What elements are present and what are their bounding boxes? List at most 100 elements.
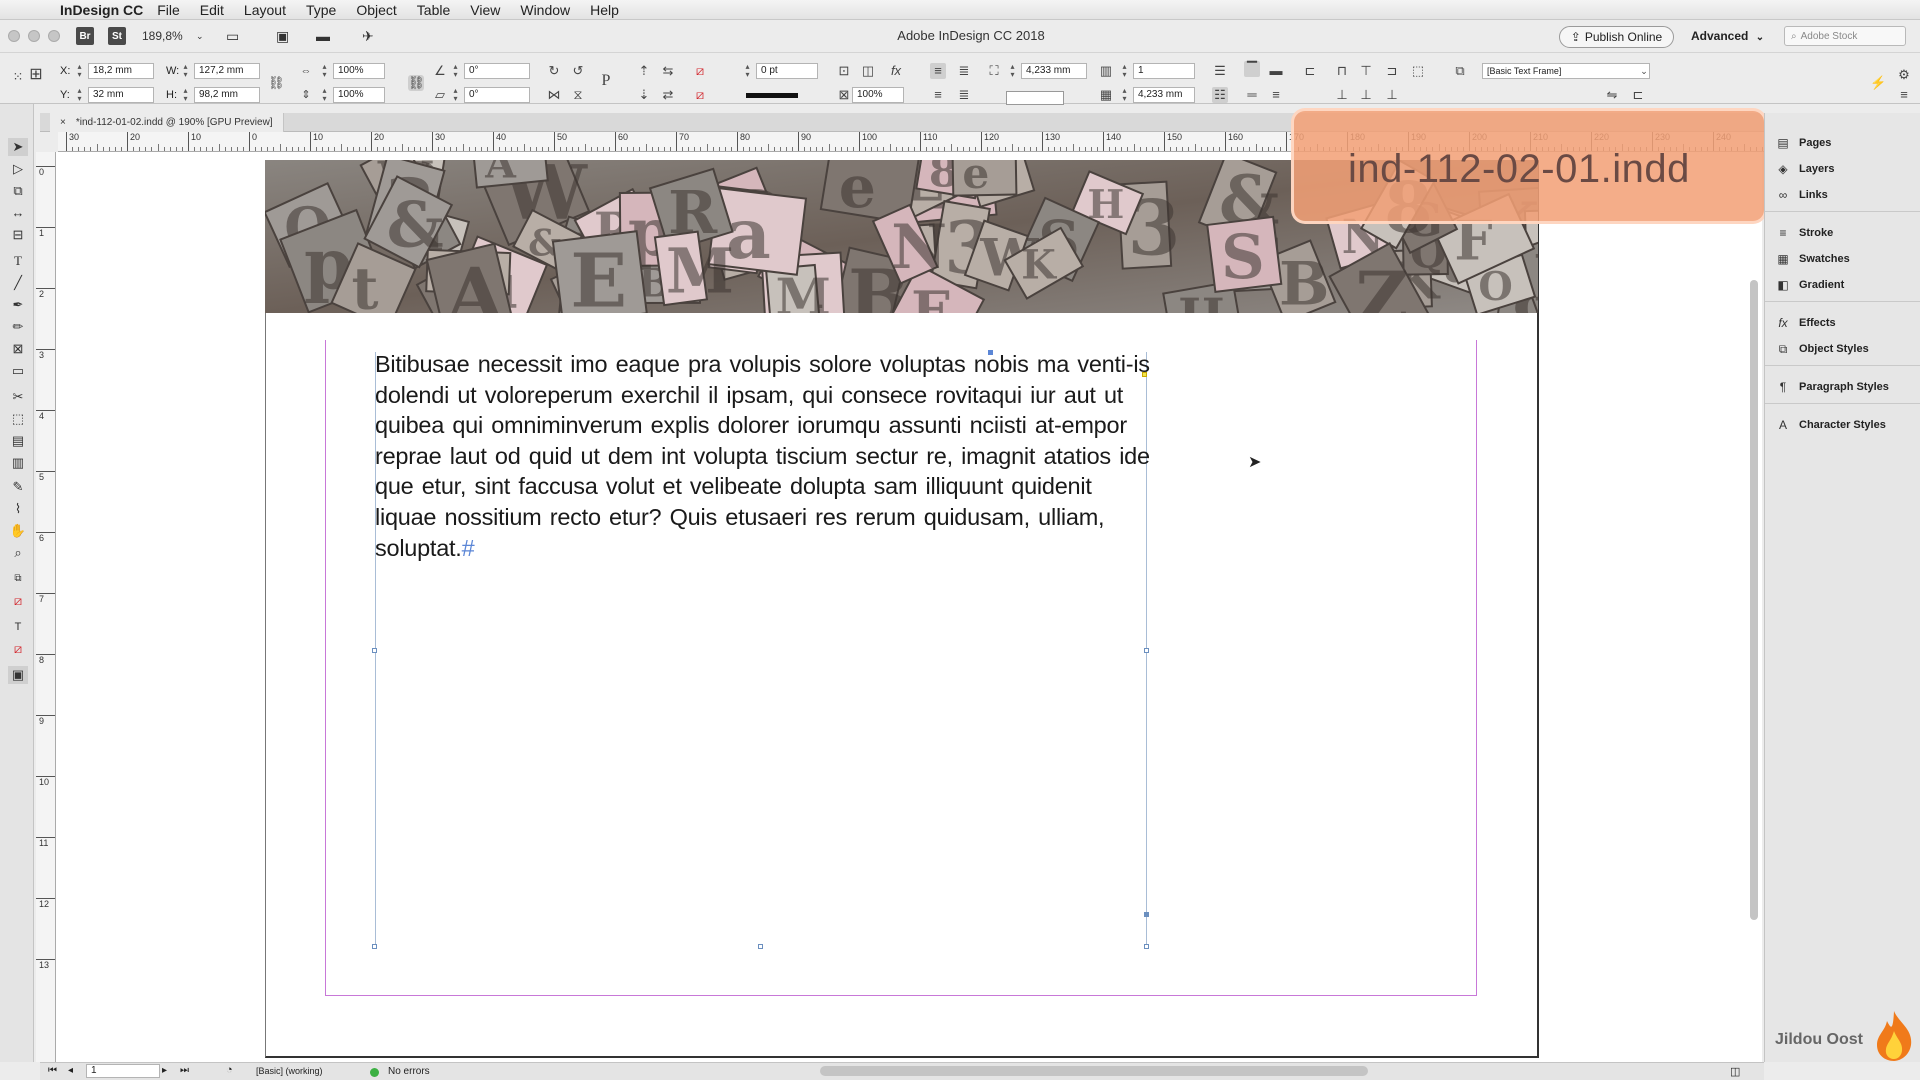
- h-stepper[interactable]: ▴ ▾: [181, 87, 190, 103]
- panel-layers[interactable]: ◈ Layers: [1775, 159, 1834, 179]
- opacity-field[interactable]: 100%: [852, 87, 904, 103]
- stock-search-input[interactable]: ⌕ Adobe Stock: [1784, 26, 1906, 46]
- open-document-icon[interactable]: ◔: [226, 1064, 233, 1076]
- frame-fill-swatch[interactable]: [1006, 91, 1064, 105]
- rectangle-frame-tool-icon[interactable]: ⊠: [8, 340, 28, 358]
- frame-out-port[interactable]: [1144, 912, 1149, 917]
- frame-handle-bottom-left[interactable]: [372, 944, 377, 949]
- align-top-inset-icon[interactable]: ≡: [930, 63, 946, 79]
- inset-link-icon[interactable]: ⛶: [986, 63, 1002, 79]
- stroke-weight-stepper[interactable]: ▴ ▾: [743, 63, 752, 79]
- object-style-dropdown-icon[interactable]: ⌄: [1636, 63, 1652, 79]
- panel-character-styles[interactable]: A Character Styles: [1775, 415, 1886, 435]
- quick-apply-icon[interactable]: ⚡: [1870, 75, 1886, 91]
- select-next-icon[interactable]: ⇄: [660, 87, 676, 103]
- publish-online-button[interactable]: ⇪ Publish Online: [1559, 26, 1674, 48]
- rotate-ccw-icon[interactable]: ↺: [570, 63, 586, 79]
- align-bottom-edges-icon[interactable]: ⊥: [1384, 87, 1400, 103]
- frame-handle-right[interactable]: [1144, 648, 1149, 653]
- columns-field[interactable]: 1: [1133, 63, 1195, 79]
- shear-field[interactable]: 0°: [464, 87, 530, 103]
- inset-bottom-stepper[interactable]: ▴ ▾: [1120, 87, 1129, 103]
- object-style-select[interactable]: [Basic Text Frame]: [1482, 63, 1650, 79]
- fill-stroke-swatch-icon[interactable]: ⧄: [8, 592, 28, 610]
- stroke-weight-field[interactable]: 0 pt: [756, 63, 818, 79]
- panel-effects[interactable]: fx Effects: [1775, 313, 1835, 333]
- line-tool-icon[interactable]: ╱: [8, 274, 28, 292]
- align-bottom-inset-icon[interactable]: ≡: [930, 87, 946, 103]
- menu-file[interactable]: File: [157, 2, 180, 18]
- vertical-scrollbar[interactable]: [1750, 280, 1758, 920]
- vertical-ruler[interactable]: 0 1 2 3 4 5 6 7 8 9 10 11 12 13: [36, 152, 56, 1062]
- split-layout-icon[interactable]: ◫: [1730, 1065, 1740, 1078]
- content-collector-icon[interactable]: ⊟: [8, 226, 28, 244]
- panel-object-styles[interactable]: ⧉ Object Styles: [1775, 339, 1869, 359]
- body-text[interactable]: Bitibusae necessit imo eaque pra volupis…: [375, 349, 1155, 563]
- columns-stepper[interactable]: ▴ ▾: [1120, 63, 1129, 79]
- apply-none-icon[interactable]: ⧄: [8, 640, 28, 658]
- formatting-affects-text-icon[interactable]: T: [8, 618, 28, 636]
- panel-menu-icon[interactable]: ≡: [1896, 87, 1912, 103]
- align-horizontal-center-icon[interactable]: ⊤: [1358, 63, 1374, 79]
- rotate-cw-icon[interactable]: ↻: [546, 63, 562, 79]
- page-tool-icon[interactable]: ⧉: [8, 182, 28, 200]
- tab-close-icon[interactable]: ×: [60, 113, 66, 132]
- scissors-tool-icon[interactable]: ✂: [8, 388, 28, 406]
- hand-tool-icon[interactable]: ✋: [8, 522, 28, 540]
- menu-table[interactable]: Table: [417, 2, 450, 18]
- inset-top-stepper[interactable]: ▴ ▾: [1008, 63, 1017, 79]
- menu-window[interactable]: Window: [520, 2, 570, 18]
- menu-edit[interactable]: Edit: [200, 2, 224, 18]
- fx-icon[interactable]: fx: [888, 63, 904, 79]
- preflight-status[interactable]: No errors: [388, 1066, 430, 1077]
- clear-attributes-icon[interactable]: ⊏: [1630, 87, 1646, 103]
- rotate-stepper[interactable]: ▴ ▾: [451, 63, 460, 79]
- app-menu[interactable]: InDesign CC: [60, 2, 143, 18]
- scale-y-field[interactable]: 100%: [333, 87, 385, 103]
- panel-links[interactable]: ∞ Links: [1775, 185, 1828, 205]
- constrain-scale-icon[interactable]: ⛓: [408, 75, 425, 91]
- align-center-inset-icon[interactable]: ≣: [956, 63, 972, 79]
- clear-overrides-icon[interactable]: ⇋: [1604, 87, 1620, 103]
- preflight-profile[interactable]: [Basic] (working): [256, 1066, 323, 1076]
- screen-mode-normal-icon[interactable]: ▣: [8, 666, 28, 684]
- align-right-edges-icon[interactable]: ⊐: [1384, 63, 1400, 79]
- text-wrap-icon[interactable]: ⊡: [836, 63, 852, 79]
- align-horizontal-centers-icon[interactable]: ⊓: [1334, 63, 1350, 79]
- settings-icon[interactable]: ⚙: [1896, 67, 1912, 83]
- menu-type[interactable]: Type: [306, 2, 336, 18]
- gradient-feather-tool-icon[interactable]: ▥: [8, 454, 28, 472]
- reference-point-icon[interactable]: ⁙: [10, 69, 26, 85]
- align-vertical-centers-icon[interactable]: ⊥: [1358, 87, 1374, 103]
- page-number-field[interactable]: 1: [86, 1064, 160, 1078]
- previous-page-icon[interactable]: ◂: [68, 1065, 73, 1076]
- eyedropper-tool-icon[interactable]: ⌇: [8, 500, 28, 518]
- first-page-icon[interactable]: ⏮: [48, 1065, 57, 1076]
- rectangle-tool-icon[interactable]: ▭: [8, 362, 28, 380]
- menu-object[interactable]: Object: [356, 2, 396, 18]
- frame-handle-left[interactable]: [372, 648, 377, 653]
- free-transform-tool-icon[interactable]: ⬚: [8, 410, 28, 428]
- document-tab[interactable]: × *ind-112-01-02.indd @ 190% [GPU Previe…: [50, 113, 284, 132]
- gradient-swatch-tool-icon[interactable]: ▤: [8, 432, 28, 450]
- panel-swatches[interactable]: ▦ Swatches: [1775, 249, 1849, 269]
- direct-selection-tool-icon[interactable]: ▷: [8, 160, 28, 178]
- constrain-proportions-icon[interactable]: ⛓: [268, 75, 285, 91]
- select-container-icon[interactable]: ⇡: [636, 63, 652, 79]
- shear-stepper[interactable]: ▴ ▾: [451, 87, 460, 103]
- inset-bottom-field[interactable]: 4,233 mm: [1133, 87, 1195, 103]
- pen-tool-icon[interactable]: ✒: [8, 296, 28, 314]
- workspace-switcher[interactable]: Advanced ⌄: [1691, 29, 1764, 43]
- fill-none-icon[interactable]: ⧄: [692, 63, 708, 79]
- selection-tool-icon[interactable]: ➤: [8, 138, 28, 156]
- justify-inset-icon[interactable]: ≣: [956, 87, 972, 103]
- vertical-align-bottom-icon[interactable]: ☷: [1212, 87, 1228, 103]
- menu-layout[interactable]: Layout: [244, 2, 286, 18]
- drop-shadow-icon[interactable]: ◫: [860, 63, 876, 79]
- stroke-none-icon[interactable]: ⧄: [692, 87, 708, 103]
- frame-handle-bottom-right[interactable]: [1144, 944, 1149, 949]
- scale-x-stepper[interactable]: ▴ ▾: [320, 63, 329, 79]
- pencil-tool-icon[interactable]: ✏: [8, 318, 28, 336]
- w-stepper[interactable]: ▴ ▾: [181, 63, 190, 79]
- panel-pages[interactable]: ▤ Pages: [1775, 133, 1831, 153]
